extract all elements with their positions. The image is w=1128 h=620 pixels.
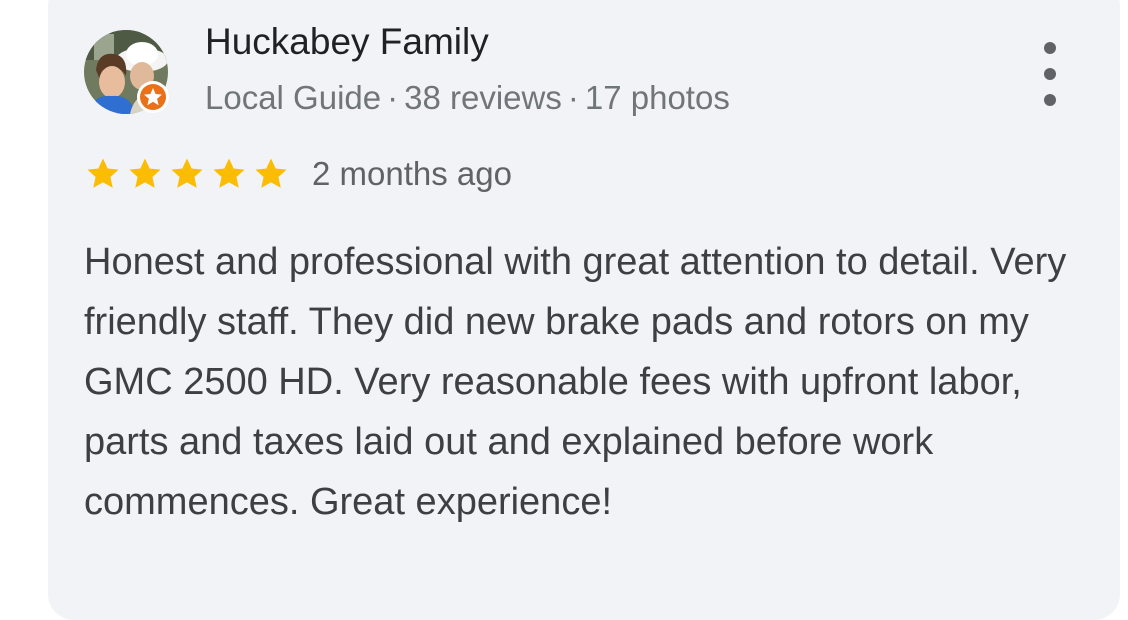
review-date: 2 months ago (312, 155, 512, 192)
meta-separator: · (387, 79, 399, 116)
reviewer-photo-count: 17 photos (584, 79, 730, 116)
reviewer-name[interactable]: Huckabey Family (205, 20, 489, 64)
more-vert-icon (1044, 42, 1056, 54)
star-icon (255, 158, 287, 188)
more-vert-icon-dot (1044, 94, 1056, 106)
star-icon (213, 158, 245, 188)
review-card: Huckabey Family Local Guide · 38 reviews… (48, 0, 1120, 620)
review-text: Honest and professional with great atten… (84, 241, 1067, 523)
reviewer-review-count: 38 reviews (404, 79, 562, 116)
star-icon (129, 158, 161, 188)
star-icon (171, 158, 203, 188)
more-vert-icon-dot (1044, 68, 1056, 80)
rating-row: 2 months ago (84, 152, 512, 196)
more-options-button[interactable] (1030, 42, 1070, 106)
star-rating (84, 155, 290, 193)
local-guide-badge-icon (137, 81, 169, 113)
reviewer-avatar[interactable] (84, 30, 169, 114)
reviewer-meta: Local Guide · 38 reviews · 17 photos (205, 78, 730, 118)
reviewer-badge-label: Local Guide (205, 79, 382, 116)
meta-separator: · (567, 79, 579, 116)
star-icon (87, 158, 119, 188)
